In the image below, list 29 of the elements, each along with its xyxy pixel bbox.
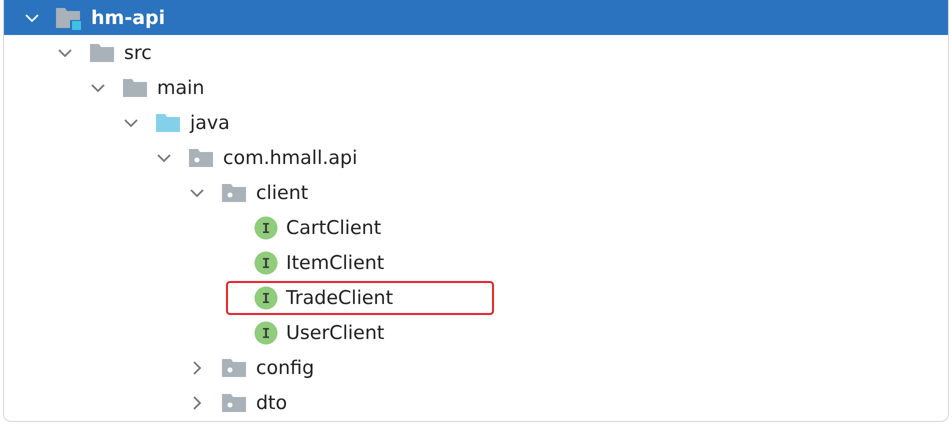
tree-item[interactable]: ItemClient [4,245,948,280]
interface-icon [254,286,278,310]
tree-item[interactable]: java [4,105,948,140]
node-label: hm-api [91,6,166,28]
tree-item[interactable]: src [4,35,948,70]
node-label: config [256,356,314,378]
tree-item[interactable]: config [4,350,948,385]
node-label: TradeClient [286,286,394,308]
module-folder-icon [56,6,83,30]
node-label: client [256,182,308,204]
tree-item[interactable]: dto [4,385,948,420]
tree-item[interactable]: client [4,175,948,210]
node-label: src [124,42,152,64]
node-label: com.hmall.api [223,146,358,168]
node-label: dto [256,392,288,414]
tree-item[interactable]: main [4,70,948,105]
interface-icon [254,250,278,274]
tree-item[interactable]: hm-api [4,0,948,35]
node-label: ItemClient [286,252,384,274]
tree-item[interactable]: CartClient [4,210,948,245]
interface-icon [254,320,278,344]
node-label: java [190,112,230,134]
node-label: UserClient [286,322,384,344]
tree-item[interactable]: UserClient [4,315,948,350]
node-label: main [157,76,204,98]
interface-icon [254,216,278,240]
tree-item[interactable]: TradeClient [4,280,948,315]
tree-item[interactable]: com.hmall.api [4,140,948,175]
node-label: CartClient [286,216,382,238]
